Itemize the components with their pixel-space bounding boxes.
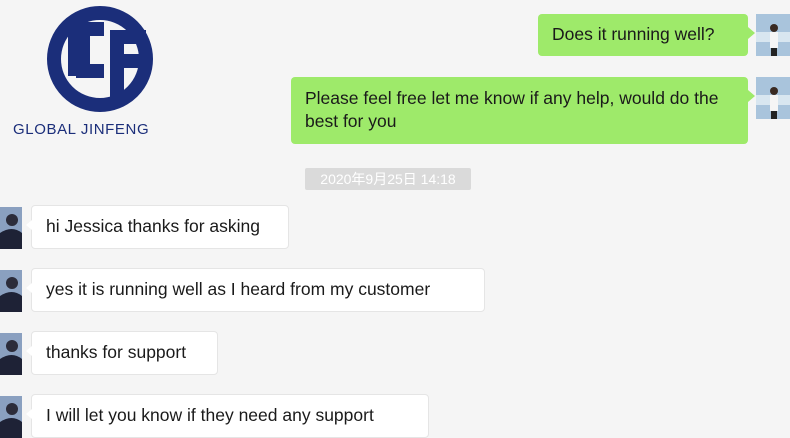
message-text: yes it is running well as I heard from m… <box>46 279 431 299</box>
message-text: thanks for support <box>46 342 187 362</box>
incoming-message[interactable]: I will let you know if they need any sup… <box>26 394 429 438</box>
message-text: hi Jessica thanks for asking <box>46 216 260 236</box>
sender-avatar[interactable] <box>756 77 790 119</box>
contact-avatar[interactable] <box>0 396 22 438</box>
incoming-message[interactable]: thanks for support <box>26 331 218 375</box>
message-text: Does it running well? <box>552 24 715 44</box>
message-text: Please feel free let me know if any help… <box>305 88 719 131</box>
incoming-message[interactable]: yes it is running well as I heard from m… <box>26 268 485 312</box>
contact-avatar[interactable] <box>0 333 22 375</box>
contact-avatar[interactable] <box>0 270 22 312</box>
contact-avatar[interactable] <box>0 207 22 249</box>
outgoing-message[interactable]: Does it running well? <box>538 14 755 56</box>
outgoing-message[interactable]: Please feel free let me know if any help… <box>291 77 755 144</box>
message-timestamp: 2020年9月25日 14:18 <box>305 168 471 190</box>
message-text: I will let you know if they need any sup… <box>46 405 374 425</box>
logo-text: GLOBAL JINFENG <box>13 121 150 138</box>
incoming-message[interactable]: hi Jessica thanks for asking <box>26 205 289 249</box>
sender-avatar[interactable] <box>756 14 790 56</box>
